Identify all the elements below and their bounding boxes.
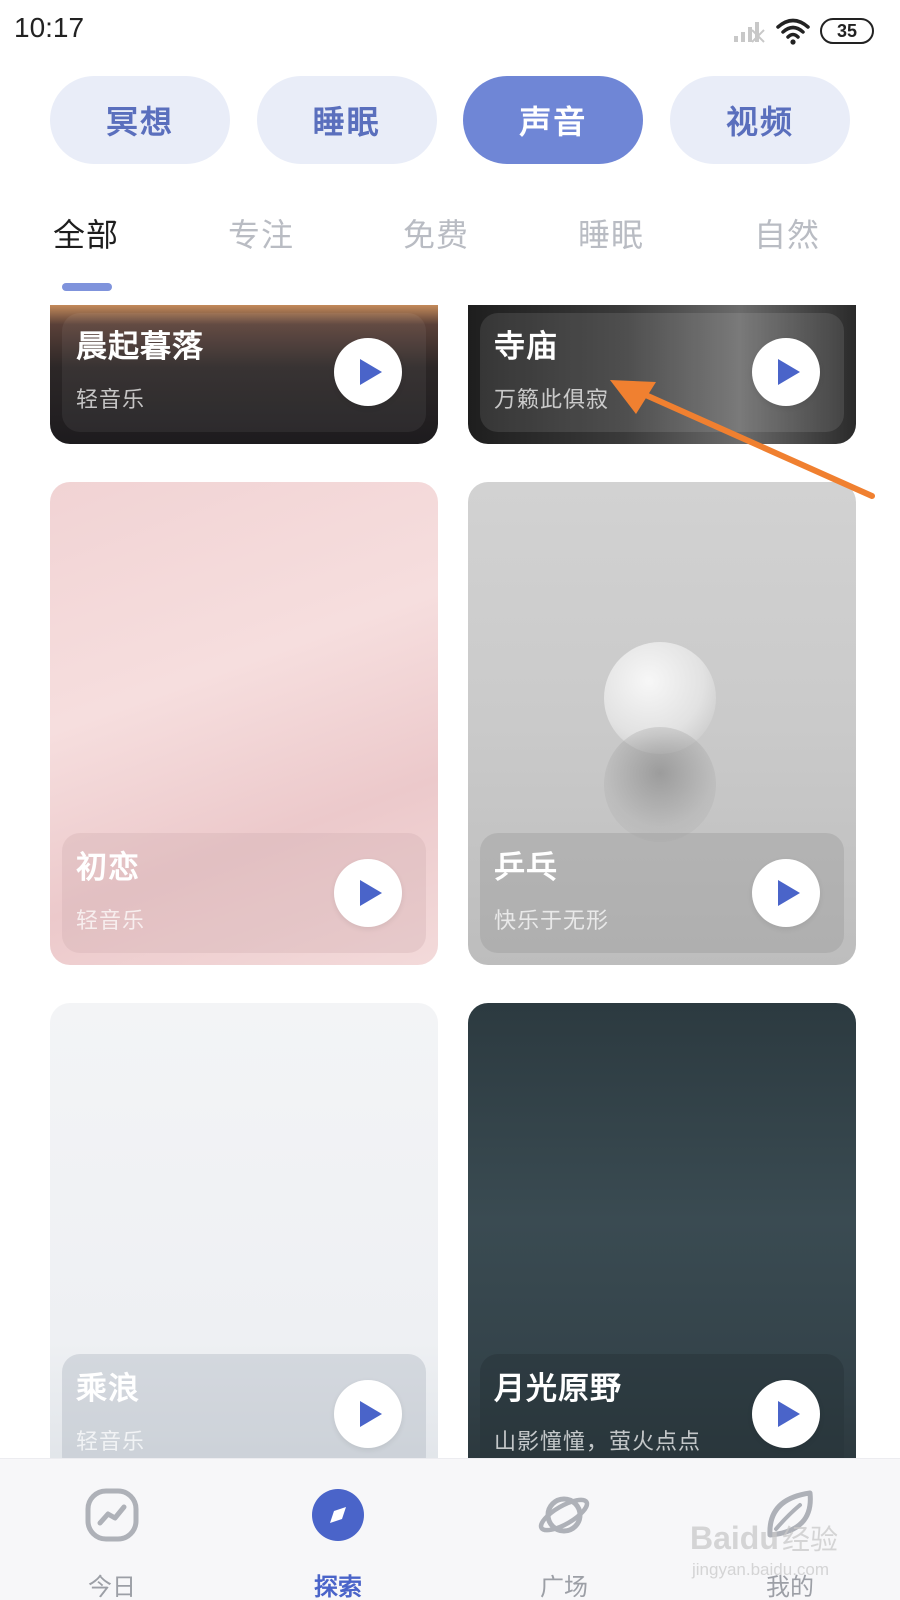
tab-sleep[interactable]: 睡眠 — [578, 210, 644, 256]
card-title: 乘浪 — [76, 1371, 140, 1407]
card-title: 月光原野 — [494, 1371, 622, 1407]
sound-card[interactable]: 寺庙 万籁此俱寂 — [468, 305, 856, 444]
play-button[interactable] — [334, 1380, 402, 1448]
sound-card[interactable]: 乒乓 快乐于无形 — [468, 482, 856, 965]
nav-today[interactable]: 今日 — [42, 1459, 182, 1600]
nav-explore[interactable]: 探索 — [268, 1459, 408, 1600]
nav-plaza[interactable]: 广场 — [494, 1459, 634, 1600]
card-subtitle: 轻音乐 — [76, 909, 146, 934]
play-icon — [778, 359, 800, 385]
card-title: 乒乓 — [494, 850, 558, 886]
category-meditation[interactable]: 冥想 — [50, 76, 230, 164]
category-pills: 冥想 睡眠 声音 视频 — [50, 76, 850, 164]
chart-icon — [85, 1488, 139, 1542]
play-button[interactable] — [334, 338, 402, 406]
nav-label: 广场 — [540, 1573, 588, 1600]
card-subtitle: 万籁此俱寂 — [494, 388, 610, 413]
category-video[interactable]: 视频 — [669, 76, 850, 164]
svg-text:Baidu: Baidu — [690, 1520, 779, 1556]
play-button[interactable] — [752, 859, 820, 927]
play-button[interactable] — [334, 859, 402, 927]
status-icons: 35 — [732, 14, 874, 48]
tab-all[interactable]: 全部 — [53, 210, 119, 256]
play-button[interactable] — [752, 338, 820, 406]
play-icon — [778, 880, 800, 906]
crescent-moon-icon — [654, 1298, 674, 1314]
tab-free[interactable]: 免费 — [403, 210, 469, 256]
sound-card[interactable]: 乘浪 轻音乐 — [50, 1003, 438, 1460]
card-title: 初恋 — [76, 850, 140, 886]
baidu-watermark: Baidu 经验 jingyan.baidu.com — [690, 1520, 838, 1579]
sub-tabs: 全部 专注 免费 睡眠 自然 — [0, 210, 900, 270]
card-subtitle: 轻音乐 — [76, 388, 146, 413]
category-sound[interactable]: 声音 — [463, 76, 644, 164]
wifi-icon — [776, 18, 810, 45]
card-subtitle: 轻音乐 — [76, 1430, 146, 1455]
tab-nature[interactable]: 自然 — [754, 210, 820, 256]
tab-focus[interactable]: 专注 — [228, 210, 294, 256]
card-subtitle: 山影憧憧，萤火点点 — [494, 1430, 702, 1455]
card-subtitle: 快乐于无形 — [494, 909, 610, 934]
play-icon — [360, 1401, 382, 1427]
tab-indicator — [62, 283, 112, 291]
status-bar: 10:17 35 — [0, 0, 900, 62]
signal-icon — [734, 22, 765, 43]
category-sleep[interactable]: 睡眠 — [256, 76, 437, 164]
sound-card[interactable]: 初恋 轻音乐 — [50, 482, 438, 965]
play-icon — [360, 880, 382, 906]
sound-card[interactable]: 月光原野 山影憧憧，萤火点点 — [468, 1003, 856, 1460]
card-title: 晨起暮落 — [76, 329, 204, 365]
play-icon — [360, 359, 382, 385]
card-title: 寺庙 — [494, 329, 558, 365]
nav-label: 探索 — [314, 1573, 362, 1600]
sound-card[interactable]: 晨起暮落 轻音乐 — [50, 305, 438, 444]
sound-card-grid[interactable]: 晨起暮落 轻音乐 寺庙 万籁此俱寂 初恋 轻音乐 乒乓 快乐于无形 乘浪 轻音乐 — [0, 305, 900, 1460]
battery-indicator: 35 — [820, 18, 874, 44]
status-time: 10:17 — [14, 12, 85, 43]
play-button[interactable] — [752, 1380, 820, 1448]
svg-text:jingyan.baidu.com: jingyan.baidu.com — [691, 1560, 829, 1579]
ball-shadow — [604, 727, 716, 842]
compass-icon — [312, 1489, 364, 1541]
svg-text:经验: 经验 — [782, 1523, 838, 1556]
nav-label: 今日 — [88, 1573, 136, 1600]
play-icon — [778, 1401, 800, 1427]
battery-level: 35 — [836, 20, 858, 41]
planet-icon — [538, 1496, 590, 1534]
